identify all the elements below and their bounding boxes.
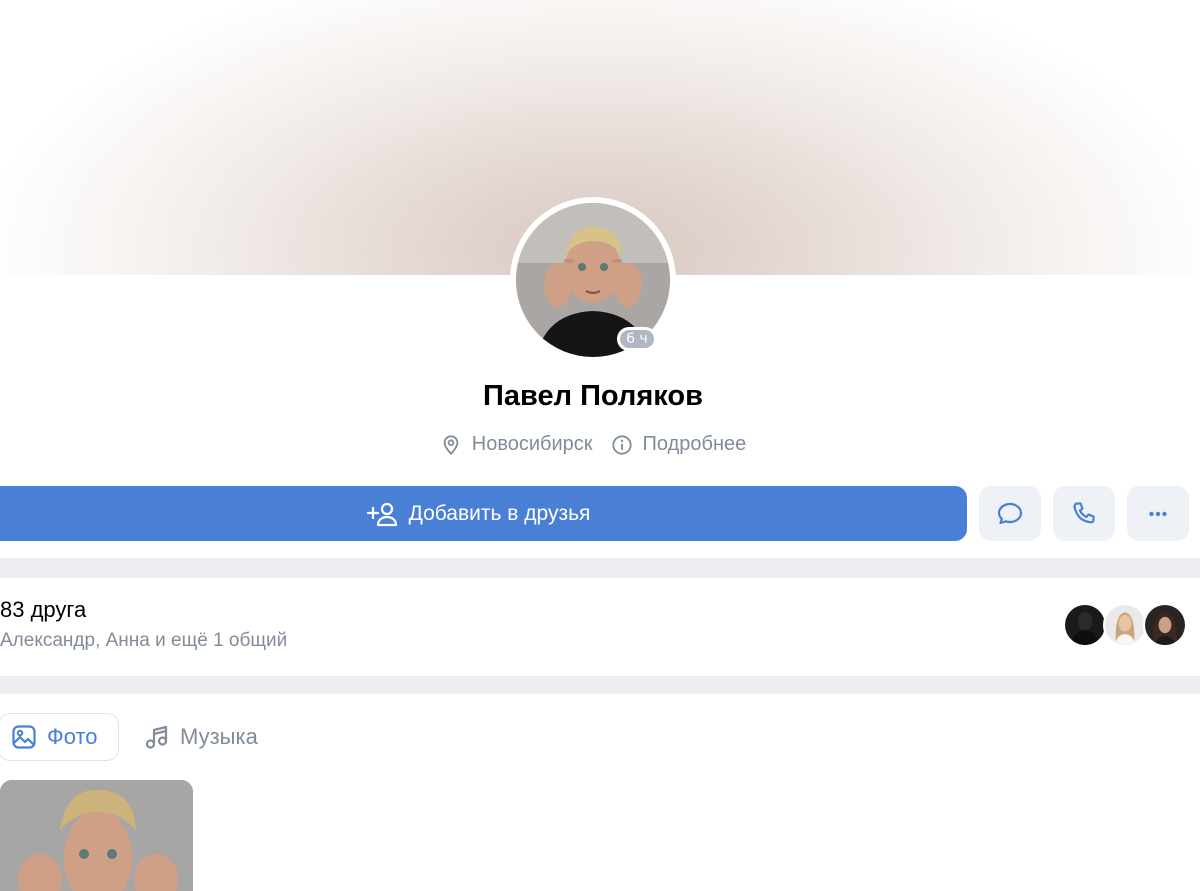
more-info-item[interactable]: Подробнее [611,433,747,456]
friends-card[interactable] [0,578,1200,676]
message-button[interactable] [979,486,1041,541]
phone-icon [1073,501,1095,523]
city-item[interactable]: Новосибирск [440,433,593,456]
more-horizontal-icon [1149,511,1167,516]
add-friend-label: Добавить в друзья [408,501,591,525]
location-pin-icon [443,434,459,455]
profile-meta: Новосибирск Подробнее [0,433,1186,456]
tab-music[interactable]: Музыка [144,713,258,761]
picture-icon [12,725,36,749]
last-seen-badge: 6 ч [617,327,657,351]
message-bubble-icon [997,502,1023,524]
more-info-label: Подробнее [642,433,747,455]
tab-music-label: Музыка [180,724,258,749]
more-button[interactable] [1127,486,1189,541]
friend-avatar[interactable] [1103,603,1147,647]
city-label: Новосибирск [471,433,593,455]
add-friend-button[interactable]: Добавить в друзья [0,486,967,541]
call-button[interactable] [1053,486,1115,541]
photo-thumbnail[interactable] [0,780,193,891]
friends-count[interactable]: 83 друга [0,597,86,623]
friend-avatar[interactable] [1063,603,1107,647]
friend-avatar[interactable] [1143,603,1187,647]
add-user-icon [366,502,397,526]
info-icon [611,434,632,455]
tab-photos-label: Фото [47,724,98,749]
last-seen-text: 6 ч [620,330,654,348]
profile-name: Павел Поляков [483,380,703,412]
tab-photos[interactable]: Фото [0,713,119,761]
music-note-icon [145,725,168,749]
mutual-friends: Александр, Анна и ещё 1 общий [0,630,288,651]
